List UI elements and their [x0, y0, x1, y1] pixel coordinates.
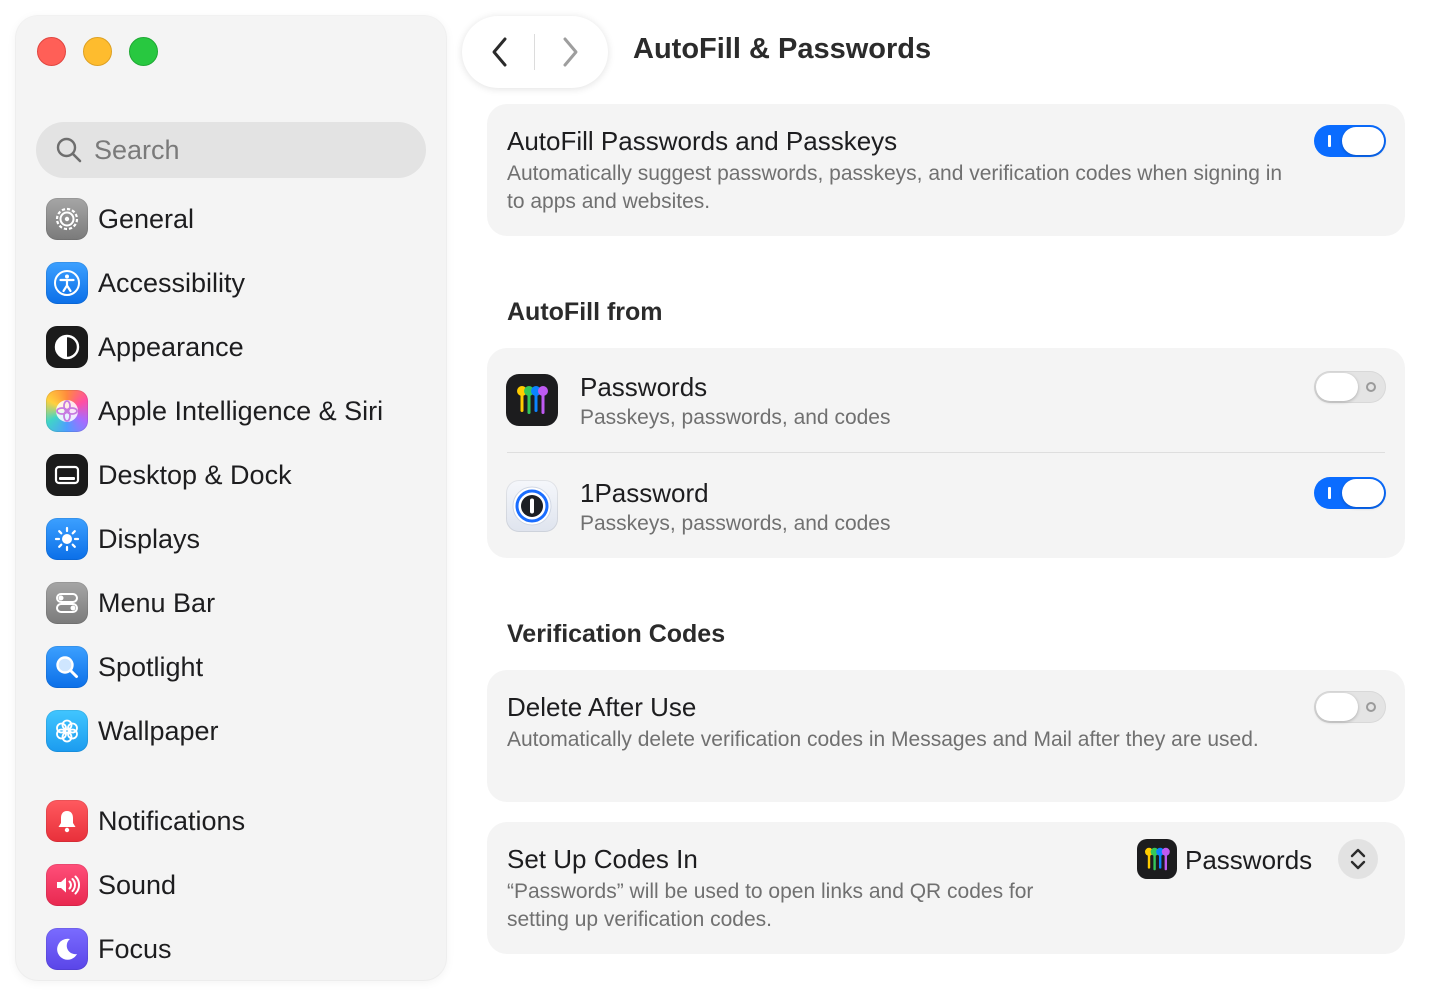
- zoom-window-button[interactable]: [129, 37, 158, 66]
- delete-after-use-description: Automatically delete verification codes …: [507, 728, 1259, 751]
- sidebar-item-label: Focus: [98, 933, 172, 964]
- sidebar-item-label: General: [98, 203, 195, 234]
- close-window-button[interactable]: [37, 37, 66, 66]
- accessibility-icon: [46, 262, 88, 304]
- onepassword-source-toggle[interactable]: [1314, 477, 1386, 509]
- sound-icon: [46, 864, 88, 906]
- search-field[interactable]: Search: [36, 122, 426, 178]
- onepassword-app-icon: [506, 480, 558, 532]
- focus-icon: [46, 928, 88, 970]
- sidebar-item-label: Menu Bar: [98, 587, 216, 618]
- desktop-dock-icon: [46, 454, 88, 496]
- wallpaper-icon: [46, 710, 88, 752]
- sidebar-item-label: Displays: [98, 523, 201, 554]
- sidebar-item-desktop-dock[interactable]: Desktop & Dock: [46, 451, 292, 499]
- sidebar-item-label: Sound: [98, 869, 177, 900]
- sidebar-item-wallpaper[interactable]: Wallpaper: [46, 707, 219, 755]
- setup-codes-title: Set Up Codes In: [507, 844, 698, 874]
- sidebar-item-label: Wallpaper: [98, 715, 219, 746]
- displays-icon: [46, 518, 88, 560]
- passwords-source-toggle[interactable]: [1314, 371, 1386, 403]
- setup-codes-app-select[interactable]: Passwords: [1185, 845, 1312, 876]
- passwords-source-name: Passwords: [580, 372, 708, 402]
- passwords-app-icon: [506, 374, 558, 426]
- sidebar-item-label: Desktop & Dock: [98, 459, 292, 490]
- sidebar-item-apple-intelligence-siri[interactable]: Apple Intelligence & Siri: [46, 387, 383, 435]
- autofill-from-heading: AutoFill from: [507, 298, 663, 326]
- search-placeholder: Search: [94, 134, 180, 165]
- search-icon: [56, 137, 82, 163]
- onepassword-source-name: 1Password: [580, 478, 709, 508]
- sidebar-item-accessibility[interactable]: Accessibility: [46, 259, 245, 307]
- minimize-window-button[interactable]: [83, 37, 112, 66]
- sidebar-item-label: Apple Intelligence & Siri: [98, 395, 384, 426]
- nav-divider: [534, 34, 535, 70]
- passwords-source-description: Passkeys, passwords, and codes: [580, 406, 891, 429]
- notifications-icon: [46, 800, 88, 842]
- sidebar-item-general[interactable]: General: [46, 195, 194, 243]
- sidebar-item-menu-bar[interactable]: Menu Bar: [46, 579, 215, 627]
- menu-bar-icon: [46, 582, 88, 624]
- autofill-passwords-title: AutoFill Passwords and Passkeys: [507, 126, 898, 156]
- sidebar-item-label: Notifications: [98, 805, 246, 836]
- sidebar-item-appearance[interactable]: Appearance: [46, 323, 244, 371]
- sidebar-item-notifications[interactable]: Notifications: [46, 797, 245, 845]
- back-button[interactable]: [482, 34, 518, 70]
- apple-intelligence-icon: [46, 390, 88, 432]
- passwords-app-icon: [1137, 839, 1177, 879]
- sidebar-item-sound[interactable]: Sound: [46, 861, 176, 909]
- delete-after-use-title: Delete After Use: [507, 692, 697, 722]
- onepassword-source-description: Passkeys, passwords, and codes: [580, 512, 891, 535]
- sidebar-item-focus[interactable]: Focus: [46, 925, 172, 973]
- verification-codes-heading: Verification Codes: [507, 620, 726, 648]
- forward-button[interactable]: [552, 34, 588, 70]
- spotlight-icon: [46, 646, 88, 688]
- row-divider: [507, 452, 1385, 453]
- appearance-icon: [46, 326, 88, 368]
- setup-codes-description: “Passwords” will be used to open links a…: [507, 880, 1034, 931]
- navigation-buttons: [462, 16, 608, 88]
- chevron-right-icon: [563, 37, 578, 67]
- sidebar-item-label: Accessibility: [98, 267, 246, 298]
- setup-codes-popup-button[interactable]: [1338, 839, 1378, 879]
- sidebar-item-label: Appearance: [98, 331, 244, 362]
- sidebar-item-label: Spotlight: [98, 651, 204, 682]
- gear-icon: [46, 198, 88, 240]
- sidebar-item-displays[interactable]: Displays: [46, 515, 200, 563]
- autofill-passwords-description: Automatically suggest passwords, passkey…: [507, 162, 1283, 213]
- chevron-left-icon: [492, 37, 507, 67]
- autofill-passwords-toggle[interactable]: [1314, 125, 1386, 157]
- delete-after-use-toggle[interactable]: [1314, 691, 1386, 723]
- chevron-up-down-icon: [1350, 848, 1366, 870]
- page-title: AutoFill & Passwords: [633, 33, 932, 65]
- sidebar-item-spotlight[interactable]: Spotlight: [46, 643, 203, 691]
